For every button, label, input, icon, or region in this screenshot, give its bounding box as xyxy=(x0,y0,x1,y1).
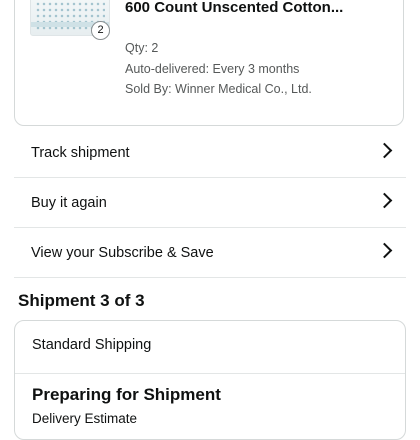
shipment-heading: Shipment 3 of 3 xyxy=(18,291,145,310)
track-shipment-label: Track shipment xyxy=(31,144,130,161)
item-quantity: Qty: 2 xyxy=(125,41,159,55)
subscribe-save-row[interactable]: View your Subscribe & Save xyxy=(14,228,406,278)
track-shipment-row[interactable]: Track shipment xyxy=(14,128,406,178)
quantity-badge: 2 xyxy=(91,21,110,40)
product-title[interactable]: 600 Count Unscented Cotton... xyxy=(125,0,385,17)
shipment-status: Preparing for Shipment xyxy=(32,385,221,404)
buy-again-label: Buy it again xyxy=(31,194,107,211)
buy-again-row[interactable]: Buy it again xyxy=(14,178,406,228)
subscribe-save-label: View your Subscribe & Save xyxy=(31,244,214,261)
shipment-card: Standard Shipping Preparing for Shipment… xyxy=(14,320,406,440)
seller-info: Sold By: Winner Medical Co., Ltd. xyxy=(125,82,312,96)
delivery-estimate-label: Delivery Estimate xyxy=(32,411,138,426)
chevron-right-icon xyxy=(376,192,393,209)
chevron-right-icon xyxy=(376,142,393,159)
chevron-right-icon xyxy=(376,242,393,259)
shipment-divider xyxy=(15,373,405,374)
auto-delivery-frequency: Auto-delivered: Every 3 months xyxy=(125,62,300,76)
shipping-method: Standard Shipping xyxy=(32,337,152,353)
